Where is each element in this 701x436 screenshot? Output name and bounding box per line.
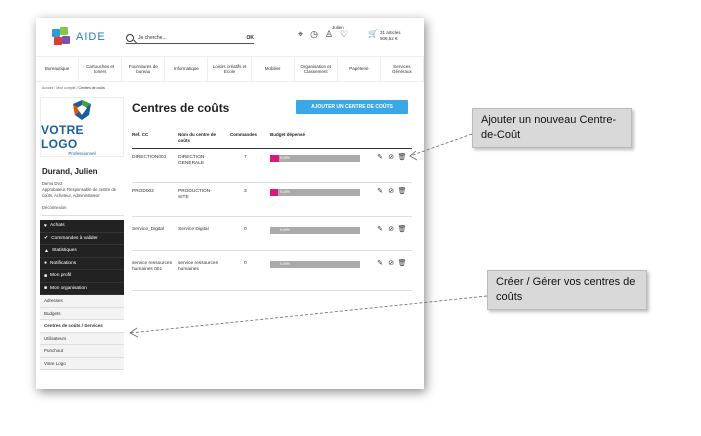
callout-connectors bbox=[129, 133, 488, 338]
callout-line-add bbox=[409, 133, 473, 157]
callout-manage-cost-centers: Créer / Gérer vos centres de coûts bbox=[487, 270, 647, 310]
callout-line-manage bbox=[129, 295, 488, 334]
arrow-head-icon bbox=[409, 150, 418, 161]
callout-add-cost-center: Ajouter un nouveau Centre-de-Coût bbox=[472, 108, 632, 148]
